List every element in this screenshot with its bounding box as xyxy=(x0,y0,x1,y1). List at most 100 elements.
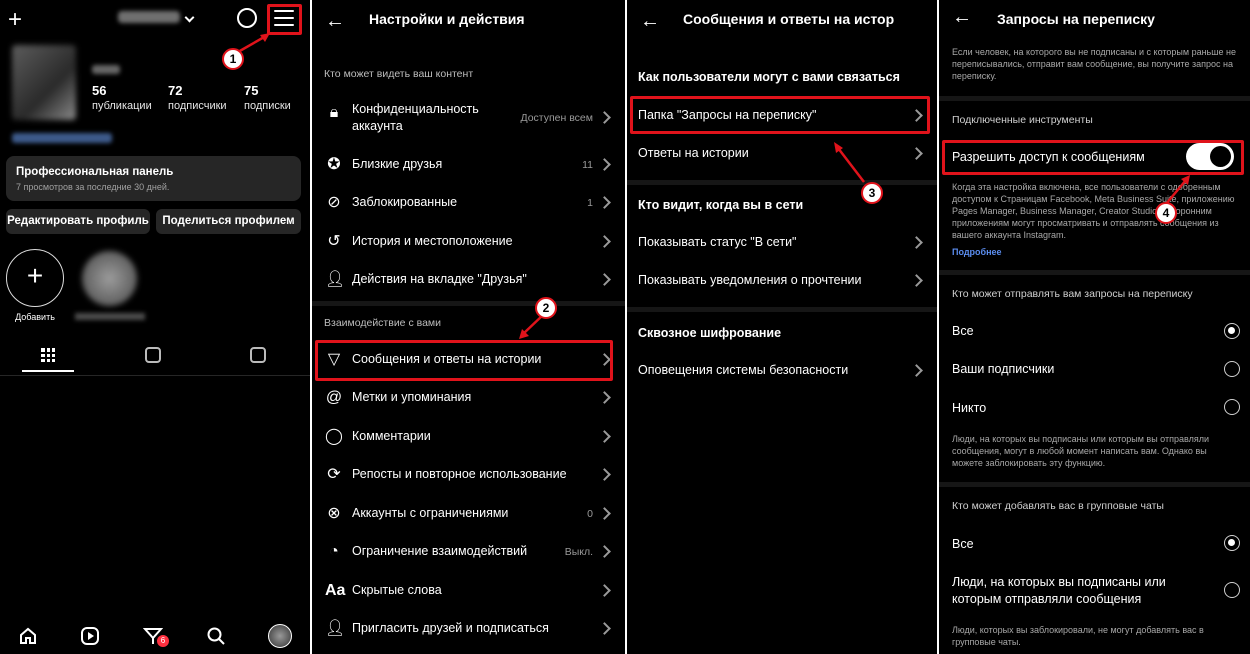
messages-header: ← Сообщения и ответы на истор xyxy=(627,0,937,40)
stat-following[interactable]: 75 подписки xyxy=(244,83,291,112)
annotation-number-1: 1 xyxy=(222,48,244,70)
settings-item-label: Репосты и повторное использование xyxy=(352,467,567,481)
settings-item-label-line2: аккаунта xyxy=(352,119,403,133)
notification-badge: 6 xyxy=(157,635,169,647)
menu-item-label: Показывать уведомления о прочтении xyxy=(638,273,862,287)
chevron-right-icon xyxy=(598,545,611,558)
reels-icon[interactable] xyxy=(145,347,161,363)
section-header-requests: Кто может отправлять вам запросы на пере… xyxy=(952,288,1193,300)
stat-following-value: 75 xyxy=(244,83,259,98)
settings-item-hidden-words[interactable]: Aa Скрытые слова xyxy=(312,572,625,610)
group-radio-label-people: Люди, на которых вы подписаны или xyxy=(952,575,1166,589)
threads-icon[interactable] xyxy=(237,8,257,28)
profile-topbar: + xyxy=(0,6,310,34)
menu-item-label: Папка "Запросы на переписку" xyxy=(638,108,817,122)
section-header-tools: Подключенные инструменты xyxy=(952,114,1093,126)
stat-followers[interactable]: 72 подписчики xyxy=(168,83,227,112)
story-replies-item[interactable]: Ответы на истории xyxy=(627,135,937,173)
tagged-icon[interactable] xyxy=(250,347,266,363)
group-radio-label-people-line2: которым отправляли сообщения xyxy=(952,592,1142,606)
radio-followers[interactable] xyxy=(1224,361,1240,377)
settings-item-reposts[interactable]: ⟳ Репосты и повторное использование xyxy=(312,456,625,494)
radio-nobody[interactable] xyxy=(1224,399,1240,415)
chevron-right-icon xyxy=(598,158,611,171)
avatar[interactable] xyxy=(12,45,76,120)
add-highlight-button[interactable]: + xyxy=(6,249,64,307)
grid-icon[interactable] xyxy=(41,348,55,362)
section-header-interactions: Взаимодействие с вами xyxy=(324,317,441,329)
profile-link-blurred[interactable] xyxy=(12,133,112,143)
settings-item-story-location[interactable]: ↺ История и местоположение xyxy=(312,223,625,261)
settings-item-tags[interactable]: @ Метки и упоминания xyxy=(312,379,625,417)
at-sign-icon: @ xyxy=(325,389,343,406)
settings-item-restricted[interactable]: ⊗ Аккаунты с ограничениями 0 xyxy=(312,495,625,533)
group-radio-people[interactable] xyxy=(1224,582,1240,598)
radio-label-followers: Ваши подписчики xyxy=(952,362,1055,376)
section-header-visibility: Кто может видеть ваш контент xyxy=(324,68,474,80)
settings-item-label: Аккаунты с ограничениями xyxy=(352,506,509,520)
section-header-online: Кто видит, когда вы в сети xyxy=(638,198,804,212)
settings-panel: ← Настройки и действия Кто может видеть … xyxy=(312,0,625,654)
settings-item-label: История и местоположение xyxy=(352,234,513,248)
home-icon[interactable] xyxy=(18,626,38,646)
group-radio-all[interactable] xyxy=(1224,535,1240,551)
security-alerts-item[interactable]: Оповещения системы безопасности xyxy=(627,352,937,390)
lock-icon: 🔒︎ xyxy=(329,104,339,121)
settings-item-invite[interactable]: 👤︎ Пригласить друзей и подписаться xyxy=(312,610,625,648)
settings-item-blocked[interactable]: ⊘ Заблокированные 1 xyxy=(312,184,625,222)
radio-all[interactable] xyxy=(1224,323,1240,339)
plus-icon[interactable]: + xyxy=(8,6,22,34)
settings-item-privacy[interactable]: 🔒︎ Конфиденциальность аккаунта Доступен … xyxy=(312,94,625,138)
stat-posts[interactable]: 56 публикации xyxy=(92,83,152,112)
section-divider xyxy=(939,482,1250,487)
allow-access-toggle[interactable] xyxy=(1186,143,1234,170)
section-divider xyxy=(939,96,1250,101)
section-header-encryption: Сквозное шифрование xyxy=(638,326,782,340)
intro-text: Если человек, на которого вы не подписан… xyxy=(952,47,1236,81)
settings-item-close-friends[interactable]: ✪ Близкие друзья 11 xyxy=(312,146,625,184)
share-profile-button[interactable]: Поделиться профилем xyxy=(156,209,301,234)
settings-item-messages[interactable]: ▽ Сообщения и ответы на истории xyxy=(312,341,625,379)
settings-item-label: Ограничение взаимодействий xyxy=(352,544,528,558)
settings-item-value: Выкл. xyxy=(564,546,593,558)
chevron-right-icon xyxy=(598,196,611,209)
menu-item-label: Показывать статус "В сети" xyxy=(638,235,797,249)
chevron-right-icon xyxy=(598,235,611,248)
online-status-item[interactable]: Показывать статус "В сети" xyxy=(627,224,937,262)
back-arrow-icon[interactable]: ← xyxy=(325,10,345,33)
username-blurred[interactable] xyxy=(118,11,180,23)
back-arrow-icon[interactable]: ← xyxy=(952,6,972,29)
groups-note: Люди, которых вы заблокировали, не могут… xyxy=(952,625,1204,647)
message-requests-panel: ← Запросы на переписку Если человек, на … xyxy=(939,0,1250,654)
section-divider xyxy=(627,180,937,185)
settings-item-label: Метки и упоминания xyxy=(352,390,472,404)
chevron-right-icon xyxy=(598,584,611,597)
section-divider xyxy=(939,270,1250,275)
settings-item-limits[interactable]: ◔ Ограничение взаимодействий Выкл. xyxy=(312,533,625,571)
settings-item-value: Доступен всем xyxy=(520,112,593,124)
page-title: Сообщения и ответы на истор xyxy=(683,11,895,27)
chevron-right-icon xyxy=(598,622,611,635)
settings-item-comments[interactable]: ◯ Комментарии xyxy=(312,418,625,456)
annotation-number-4: 4 xyxy=(1155,202,1177,224)
search-icon[interactable] xyxy=(206,626,226,646)
edit-profile-button[interactable]: Редактировать профиль xyxy=(6,209,150,234)
group-radio-label-all: Все xyxy=(952,537,974,551)
stat-posts-value: 56 xyxy=(92,83,107,98)
professional-dashboard[interactable]: Профессиональная панель 7 просмотров за … xyxy=(6,156,301,201)
back-arrow-icon[interactable]: ← xyxy=(640,10,660,33)
chevron-down-icon[interactable] xyxy=(184,12,195,23)
learn-more-link[interactable]: Подробнее xyxy=(952,246,1240,258)
requests-header: ← Запросы на переписку xyxy=(939,0,1250,40)
section-header-groups: Кто может добавлять вас в групповые чаты xyxy=(952,500,1164,512)
read-receipts-item[interactable]: Показывать уведомления о прочтении xyxy=(627,262,937,300)
settings-item-friends-tab[interactable]: 👤︎ Действия на вкладке "Друзья" xyxy=(312,261,625,299)
chevron-right-icon xyxy=(910,236,923,249)
message-requests-folder-item[interactable]: Папка "Запросы на переписку" xyxy=(627,97,937,135)
hamburger-menu-icon[interactable] xyxy=(274,10,294,31)
highlight-blurred[interactable] xyxy=(82,251,137,306)
reels-nav-icon[interactable] xyxy=(80,626,100,646)
profile-avatar-icon[interactable] xyxy=(268,624,292,648)
radio-label-all: Все xyxy=(952,324,974,338)
settings-header: ← Настройки и действия xyxy=(312,0,625,40)
